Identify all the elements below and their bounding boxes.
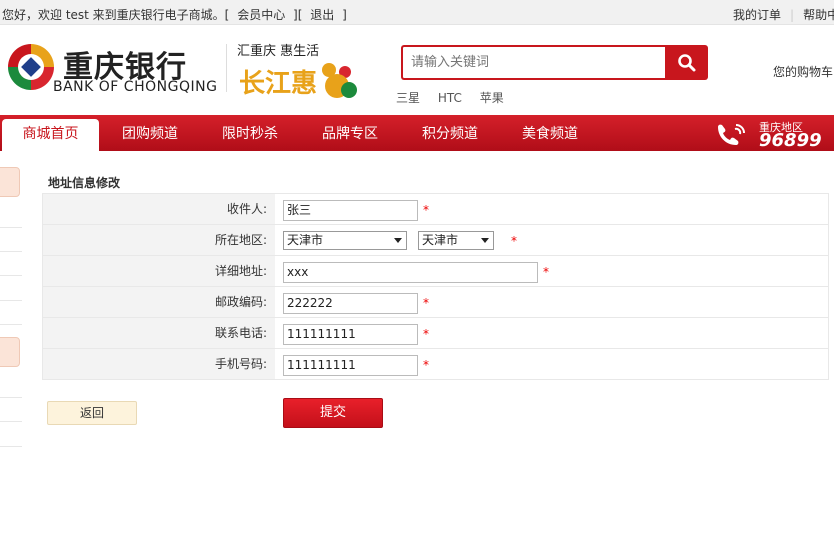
recipient-input[interactable]: 张三 — [283, 200, 418, 221]
required-mark: * — [423, 327, 429, 341]
hot-word-samsung[interactable]: 三星 — [396, 91, 420, 105]
member-center-link[interactable]: 会员中心 — [237, 8, 285, 22]
province-select[interactable]: 天津市 — [283, 231, 407, 250]
mall-logo-icon: 长江惠 — [239, 63, 357, 99]
nav-item-home[interactable]: 商城首页 — [2, 119, 99, 151]
back-button[interactable]: 返回 — [47, 401, 137, 425]
submit-button[interactable]: 提交 — [283, 398, 383, 428]
hot-word-apple[interactable]: 苹果 — [480, 91, 504, 105]
phone-icon — [718, 124, 745, 145]
address-input[interactable]: xxx — [283, 262, 538, 283]
form-row-region: 所在地区: 天津市 天津市 * — [43, 225, 828, 256]
bracket-end: ] — [342, 8, 347, 22]
hotline: 重庆地区 96899 — [714, 119, 834, 151]
main-nav: 商城首页 团购频道 限时秒杀 品牌专区 积分频道 美食频道 — [0, 115, 834, 151]
region-label: 所在地区: — [43, 225, 275, 255]
logo-divider — [226, 44, 227, 92]
address-label: 详细地址: — [43, 256, 275, 286]
form-row-address: 详细地址: xxx * — [43, 256, 828, 287]
top-separator: | — [790, 8, 795, 22]
chevron-down-icon — [481, 238, 489, 243]
postcode-label: 邮政编码: — [43, 287, 275, 317]
search-box — [401, 45, 666, 80]
required-mark: * — [423, 358, 429, 372]
form-row-recipient: 收件人: 张三 * — [43, 194, 828, 225]
welcome-line: 您好，欢迎 test 来到重庆银行电子商城。[ 会员中心 ][ 退出 ] — [2, 6, 347, 23]
search-button[interactable] — [665, 45, 708, 80]
sidebar-button-top[interactable] — [0, 167, 20, 197]
bank-name-en: BANK OF CHONGQING — [53, 79, 218, 95]
chevron-down-icon — [394, 238, 402, 243]
search-icon — [677, 53, 695, 71]
sidebar-divider — [0, 421, 22, 422]
slogan: 汇重庆 惠生活 — [237, 44, 320, 59]
sidebar-divider — [0, 397, 22, 398]
my-orders-link[interactable]: 我的订单 — [733, 8, 781, 22]
phone-input[interactable]: 111111111 — [283, 324, 418, 345]
form-row-mobile: 手机号码: 111111111 * — [43, 349, 828, 380]
top-right-links: 我的订单 | 帮助中心 — [733, 6, 834, 23]
nav-item-brands[interactable]: 品牌专区 — [322, 115, 378, 151]
nav-item-food[interactable]: 美食频道 — [522, 115, 578, 151]
bank-logo-icon — [8, 44, 54, 90]
nav-item-flash-sale[interactable]: 限时秒杀 — [222, 115, 278, 151]
mobile-input[interactable]: 111111111 — [283, 355, 418, 376]
required-mark: * — [511, 234, 517, 248]
required-mark: * — [423, 296, 429, 310]
logout-link[interactable]: 退出 — [310, 8, 334, 22]
required-mark: * — [423, 203, 429, 217]
search-input[interactable] — [403, 47, 666, 78]
form-row-phone: 联系电话: 111111111 * — [43, 318, 828, 349]
form-title: 地址信息修改 — [48, 176, 121, 190]
logo-area[interactable]: 重庆银行 BANK OF CHONGQING 汇重庆 惠生活 长江惠 — [0, 36, 380, 100]
nav-item-points[interactable]: 积分频道 — [422, 115, 478, 151]
hot-words: 三星 HTC 苹果 — [396, 89, 518, 106]
hot-word-htc[interactable]: HTC — [438, 91, 462, 105]
mall-logo-text: 长江惠 — [239, 69, 317, 99]
city-select[interactable]: 天津市 — [418, 231, 494, 250]
bracket-mid: ][ — [293, 8, 303, 22]
recipient-label: 收件人: — [43, 194, 275, 224]
greeting-text: 您好，欢迎 test 来到重庆银行电子商城。[ — [2, 8, 230, 22]
mobile-label: 手机号码: — [43, 349, 275, 379]
required-mark: * — [543, 265, 549, 279]
sidebar-button-bottom[interactable] — [0, 337, 20, 367]
sidebar-divider — [0, 251, 22, 252]
sidebar-divider — [0, 227, 22, 228]
nav-item-group-buy[interactable]: 团购频道 — [122, 115, 178, 151]
address-form: 收件人: 张三 * 所在地区: 天津市 天津市 * 详细地址: xxx * 邮政… — [42, 193, 829, 380]
postcode-input[interactable]: 222222 — [283, 293, 418, 314]
help-center-link[interactable]: 帮助中心 — [803, 8, 834, 22]
sidebar-divider — [0, 446, 22, 447]
sidebar-divider — [0, 324, 22, 325]
sidebar-divider — [0, 275, 22, 276]
phone-label: 联系电话: — [43, 318, 275, 348]
city-value: 天津市 — [422, 233, 459, 247]
cart-link[interactable]: 您的购物车中 — [773, 63, 834, 80]
province-value: 天津市 — [287, 233, 324, 247]
sidebar-divider — [0, 300, 22, 301]
form-row-postcode: 邮政编码: 222222 * — [43, 287, 828, 318]
hotline-number: 96899 — [759, 130, 822, 151]
top-bar: 您好，欢迎 test 来到重庆银行电子商城。[ 会员中心 ][ 退出 ] 我的订… — [0, 0, 834, 25]
